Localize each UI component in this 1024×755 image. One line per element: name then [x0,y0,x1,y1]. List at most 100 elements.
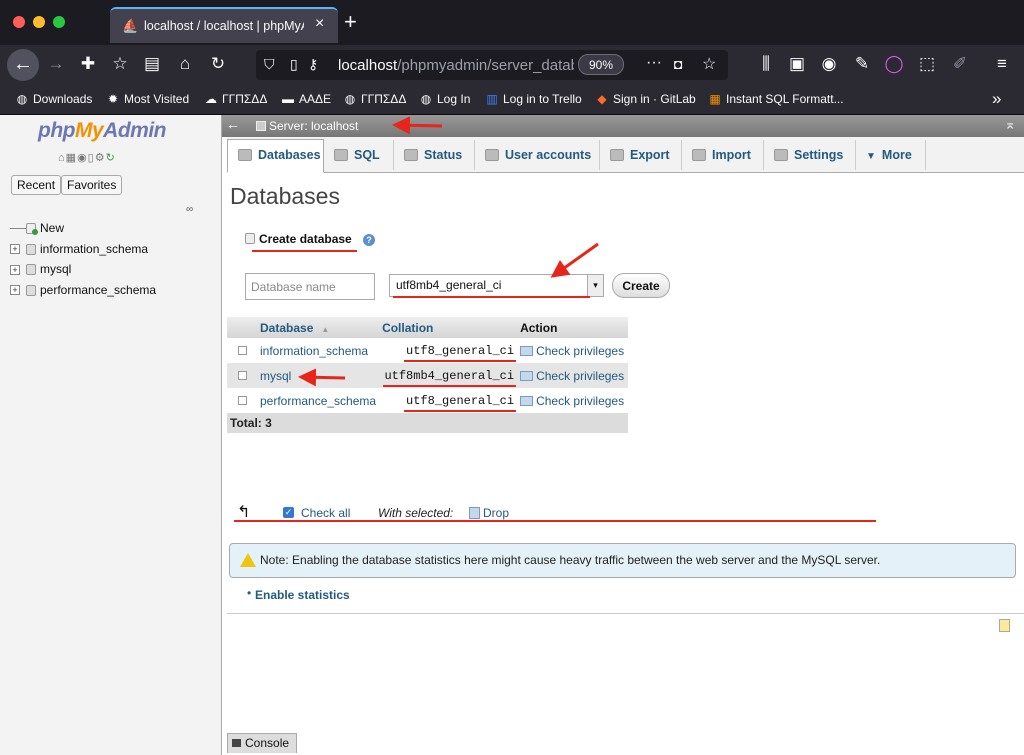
tab-status[interactable]: Status [394,140,475,170]
bookmark-aade[interactable]: ▬ ΑΑΔΕ [280,92,331,106]
library-icon[interactable]: ⫼ [754,54,778,74]
collation-value: utf8_general_ci [406,344,515,358]
url-text[interactable]: localhost/phpmyadmin/server_datab [338,57,574,74]
tab-title: localhost / localhost | phpMyAd [144,19,304,33]
globe-icon: ◍ [16,92,28,106]
check-all-label[interactable]: Check all [301,506,350,520]
cloud-icon: ☁ [205,92,217,106]
close-window-button[interactable] [13,16,25,28]
shield-icon[interactable]: ⛉ [264,56,275,73]
check-privileges-link[interactable]: Check privileges [520,369,624,383]
bookmarks-overflow-icon[interactable]: » [992,89,1001,109]
zoom-level-badge[interactable]: 90% [578,54,624,75]
check-privileges-link[interactable]: Check privileges [520,344,624,358]
database-link[interactable]: mysql [260,369,291,383]
database-link[interactable]: information_schema [260,344,368,358]
pocket-icon[interactable]: ◘ [674,56,682,72]
bookmark-gitlab[interactable]: ◆ Sign in · GitLab [594,92,695,106]
star-icon[interactable]: ☆ [702,54,716,74]
menu-icon[interactable]: ≡ [990,54,1014,74]
create-database-button[interactable]: Create [612,273,670,298]
tree-item-information-schema[interactable]: + information_schema [10,242,156,263]
bookmark-downloads[interactable]: ◍ Downloads [14,92,93,106]
tab-settings[interactable]: Settings [764,140,856,170]
expand-icon[interactable]: + [10,285,20,296]
page-settings-icon[interactable] [999,619,1010,632]
extensions-icon[interactable]: ✚ [76,54,100,74]
dropdown-caret-icon[interactable]: ▾ [587,275,603,296]
row-checkbox[interactable] [238,395,247,405]
check-all-checkbox[interactable]: ✓ [283,507,294,518]
new-tab-button[interactable]: + [344,9,357,35]
export-icon [610,149,624,161]
url-bar[interactable]: ⛉ ▯ ⚷ localhost/phpmyadmin/server_datab … [256,50,728,80]
expand-icon[interactable]: + [10,264,20,275]
tab-close-icon[interactable]: × [315,15,324,33]
row-checkbox[interactable] [238,370,247,380]
forward-button[interactable]: → [44,54,68,74]
drop-button[interactable]: Drop [469,506,509,520]
create-database-title[interactable]: Create database [245,232,352,246]
tree-item-performance-schema[interactable]: + performance_schema [10,283,156,304]
print-icon[interactable]: ▤ [140,54,164,74]
bookmark-ggpsdd-2[interactable]: ◍ ΓΓΠΣΔΔ [342,92,407,106]
color-picker-icon[interactable]: ◯ [882,54,906,74]
tab-sql[interactable]: SQL [324,140,394,170]
tab-user-accounts[interactable]: User accounts [475,140,600,170]
bookmark-most-visited[interactable]: ✹ Most Visited [105,92,189,106]
favorites-button[interactable]: Favorites [61,175,123,195]
tree-item-mysql[interactable]: + mysql [10,262,156,283]
settings-icon[interactable]: ⚙ [95,152,106,164]
home-icon[interactable]: ⌂ [173,54,197,74]
privileges-icon [520,370,534,381]
tab-databases[interactable]: Databases [227,139,324,173]
browser-tab-active[interactable]: ⛵ localhost / localhost | phpMyAd × [110,7,338,43]
link-chain-icon[interactable]: ∞ [186,204,193,215]
collapse-nav-icon[interactable]: ← [226,116,240,132]
exit-icon[interactable]: ▦ [66,152,77,164]
reload-icon[interactable]: ↻ [106,152,116,164]
zoom-window-button[interactable] [53,16,65,28]
back-button[interactable]: ← [7,49,39,81]
help-icon[interactable]: ◉ [77,152,88,164]
page-actions-icon[interactable]: ··· [646,54,662,72]
bookmark-log-in[interactable]: ◍ Log In [418,92,471,106]
collapse-top-icon[interactable]: ⌅ [1004,116,1016,133]
table-total-row: Total: 3 [227,413,628,433]
docs-icon[interactable]: ▯ [88,152,95,164]
enable-statistics-link[interactable]: Enable statistics [255,588,350,602]
tab-more[interactable]: ▼ More [856,140,926,170]
tree-item-new[interactable]: New [10,221,156,242]
edit-icon[interactable]: ✐ [948,54,972,74]
database-name-input[interactable] [245,273,375,300]
minimize-window-button[interactable] [33,16,45,28]
column-database[interactable]: Database ▲ [257,317,380,338]
phpmyadmin-logo[interactable]: phpMyAdmin [38,119,166,143]
tab-export[interactable]: Export [600,140,682,170]
wrench-icon[interactable]: ✎ [850,54,874,74]
bookmark-ggpsdd-1[interactable]: ☁ ΓΓΠΣΔΔ [203,92,267,106]
server-breadcrumb[interactable]: Server: localhost [256,119,358,133]
expand-icon[interactable]: + [10,244,20,255]
screenshot-icon[interactable]: ⬚ [915,54,939,74]
help-icon[interactable]: ? [363,234,375,246]
sidebar-icon[interactable]: ▣ [785,54,809,74]
column-collation[interactable]: Collation [379,317,518,338]
chevron-down-icon: ▼ [866,151,876,162]
bookmark-manager-icon[interactable]: ☆ [108,54,132,74]
reload-icon[interactable]: ↻ [206,54,230,74]
database-icon [26,264,36,276]
bookmark-sql-formatter[interactable]: ▦ Instant SQL Formatt... [707,92,843,106]
row-checkbox[interactable] [238,345,247,355]
collation-select[interactable]: utf8mb4_general_ci ▾ [389,274,604,297]
bookmark-trello[interactable]: ▥ Log in to Trello [484,92,581,106]
tab-import[interactable]: Import [682,140,764,170]
account-icon[interactable]: ◉ [817,54,841,74]
check-privileges-link[interactable]: Check privileges [520,394,624,408]
table-header-row: Database ▲ Collation Action [227,317,628,338]
database-link[interactable]: performance_schema [260,394,376,408]
recent-button[interactable]: Recent [11,175,62,195]
home-icon[interactable]: ⌂ [58,152,66,164]
key-icon[interactable]: ⚷ [308,56,318,73]
console-toggle[interactable]: Console [227,733,297,753]
